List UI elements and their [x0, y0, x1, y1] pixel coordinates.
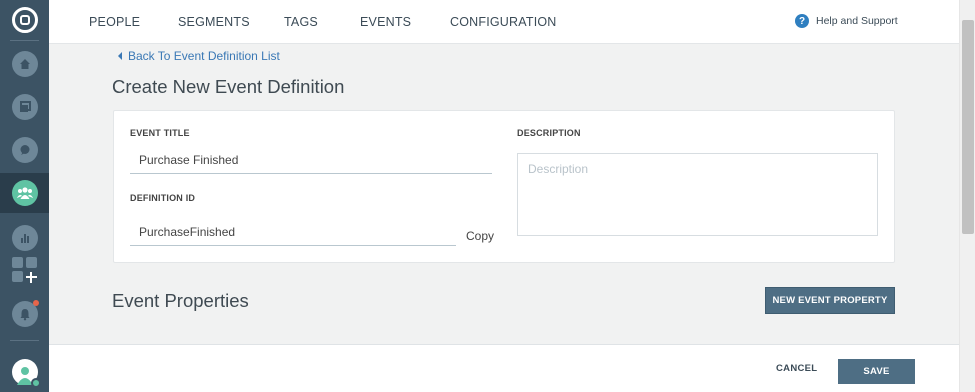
nav-item-configuration[interactable]: CONFIGURATION	[450, 15, 557, 29]
event-properties-title: Event Properties	[112, 290, 249, 311]
new-event-property-button[interactable]: NEW EVENT PROPERTY	[765, 287, 895, 314]
nav-item-people[interactable]: PEOPLE	[89, 15, 140, 29]
sidebar-item-notifications[interactable]	[0, 294, 49, 334]
help-icon: ?	[795, 14, 809, 28]
sidebar-divider	[10, 340, 39, 341]
definition-id-underline	[130, 245, 456, 246]
sidebar-item-campaigns[interactable]	[0, 87, 49, 127]
nav-item-events[interactable]: EVENTS	[360, 15, 411, 29]
messages-icon	[11, 137, 38, 163]
user-avatar-icon	[11, 359, 41, 388]
sidebar-item-people[interactable]	[0, 173, 49, 213]
caret-left-icon	[118, 52, 122, 60]
sidebar	[0, 0, 49, 392]
sidebar-item-messages[interactable]	[0, 130, 49, 170]
add-app-icon	[11, 257, 38, 283]
event-title-label: EVENT TITLE	[130, 128, 190, 138]
notifications-icon	[11, 300, 39, 327]
event-title-input[interactable]: Purchase Finished	[139, 153, 238, 167]
nav-item-segments[interactable]: SEGMENTS	[178, 15, 250, 29]
cancel-button[interactable]: CANCEL	[776, 363, 817, 374]
sidebar-item-user[interactable]	[0, 352, 49, 392]
page-scrollbar[interactable]	[959, 0, 975, 392]
logo-icon	[11, 7, 38, 33]
page-title: Create New Event Definition	[112, 76, 345, 97]
description-placeholder: Description	[528, 162, 589, 176]
back-to-list-link[interactable]: Back To Event Definition List	[118, 49, 280, 63]
notification-badge	[32, 300, 39, 306]
people-icon	[11, 180, 38, 206]
copy-button[interactable]: Copy	[466, 229, 494, 243]
back-link-label: Back To Event Definition List	[128, 49, 280, 63]
help-label: Help and Support	[816, 15, 898, 27]
definition-id-label: DEFINITION ID	[130, 193, 196, 203]
sidebar-divider	[10, 40, 39, 41]
footer-action-bar: CANCEL SAVE	[49, 344, 959, 392]
description-label: DESCRIPTION	[517, 128, 581, 138]
definition-id-input[interactable]: PurchaseFinished	[139, 225, 235, 239]
nav-item-tags[interactable]: TAGS	[284, 15, 318, 29]
event-title-underline	[130, 173, 492, 174]
status-dot	[30, 378, 41, 388]
home-icon	[11, 51, 38, 77]
sidebar-item-home[interactable]	[0, 44, 49, 84]
scrollbar-thumb[interactable]	[962, 20, 974, 234]
description-textarea[interactable]: Description	[517, 153, 878, 236]
help-and-support-link[interactable]: ? Help and Support	[795, 14, 898, 28]
campaigns-icon	[11, 94, 38, 120]
analytics-icon	[11, 225, 38, 251]
event-definition-form: EVENT TITLE Purchase Finished DEFINITION…	[113, 110, 895, 263]
logo[interactable]	[0, 0, 49, 40]
save-button[interactable]: SAVE	[838, 359, 915, 384]
top-navigation: PEOPLE SEGMENTS TAGS EVENTS CONFIGURATIO…	[49, 0, 959, 44]
sidebar-item-add-app[interactable]	[0, 250, 49, 290]
